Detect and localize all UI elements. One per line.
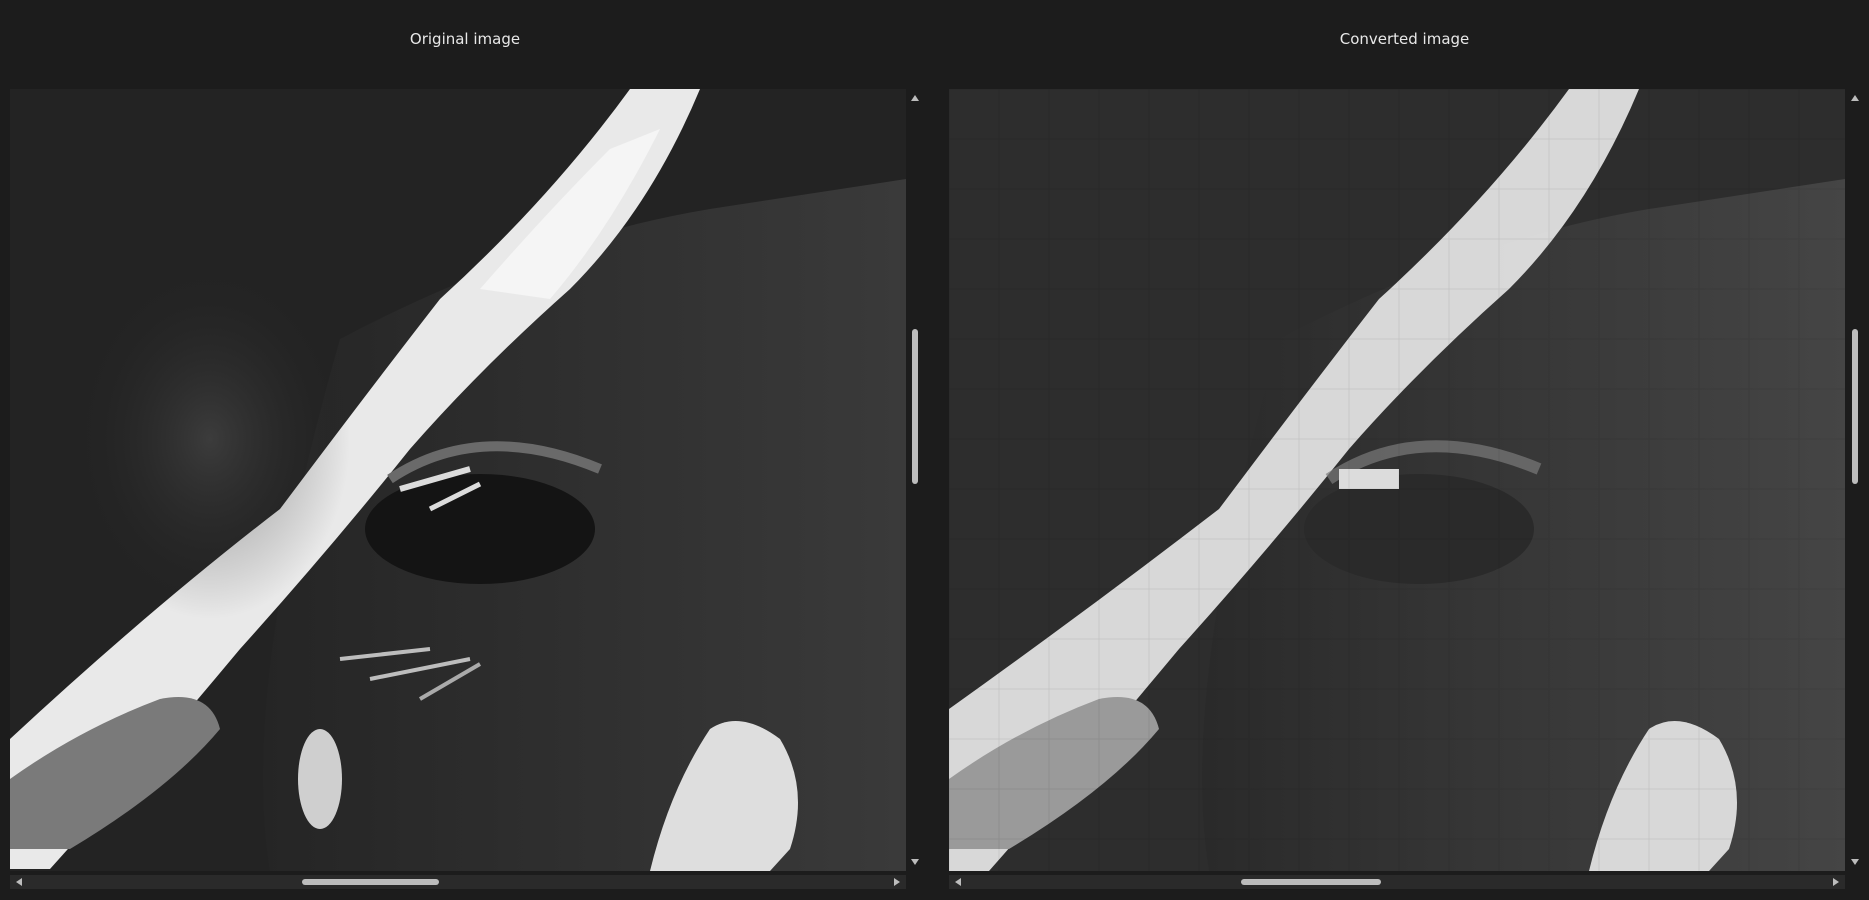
arrow-left-icon[interactable] xyxy=(16,878,22,886)
original-image xyxy=(10,89,906,871)
converted-image-viewport[interactable] xyxy=(949,89,1845,871)
original-image-pane: Original image xyxy=(0,0,930,900)
original-horizontal-scrollbar[interactable] xyxy=(10,875,906,889)
arrow-left-icon[interactable] xyxy=(955,878,961,886)
arrow-right-icon[interactable] xyxy=(1833,878,1839,886)
arrow-down-icon[interactable] xyxy=(911,859,919,865)
arrow-up-icon[interactable] xyxy=(1851,95,1859,101)
converted-image xyxy=(949,89,1845,871)
converted-horizontal-scrollbar[interactable] xyxy=(949,875,1845,889)
horizontal-scroll-thumb[interactable] xyxy=(1241,879,1381,885)
original-vertical-scrollbar[interactable] xyxy=(908,89,922,871)
arrow-up-icon[interactable] xyxy=(911,95,919,101)
arrow-down-icon[interactable] xyxy=(1851,859,1859,865)
converted-vertical-scrollbar[interactable] xyxy=(1848,89,1862,871)
vertical-scroll-thumb[interactable] xyxy=(912,329,918,484)
original-image-viewport[interactable] xyxy=(10,89,906,871)
pane-title-original: Original image xyxy=(409,30,521,48)
vertical-scroll-thumb[interactable] xyxy=(1852,329,1858,484)
arrow-right-icon[interactable] xyxy=(894,878,900,886)
pane-title-converted: Converted image xyxy=(1339,30,1470,48)
converted-image-pane: Converted image xyxy=(940,0,1869,900)
horizontal-scroll-thumb[interactable] xyxy=(302,879,439,885)
